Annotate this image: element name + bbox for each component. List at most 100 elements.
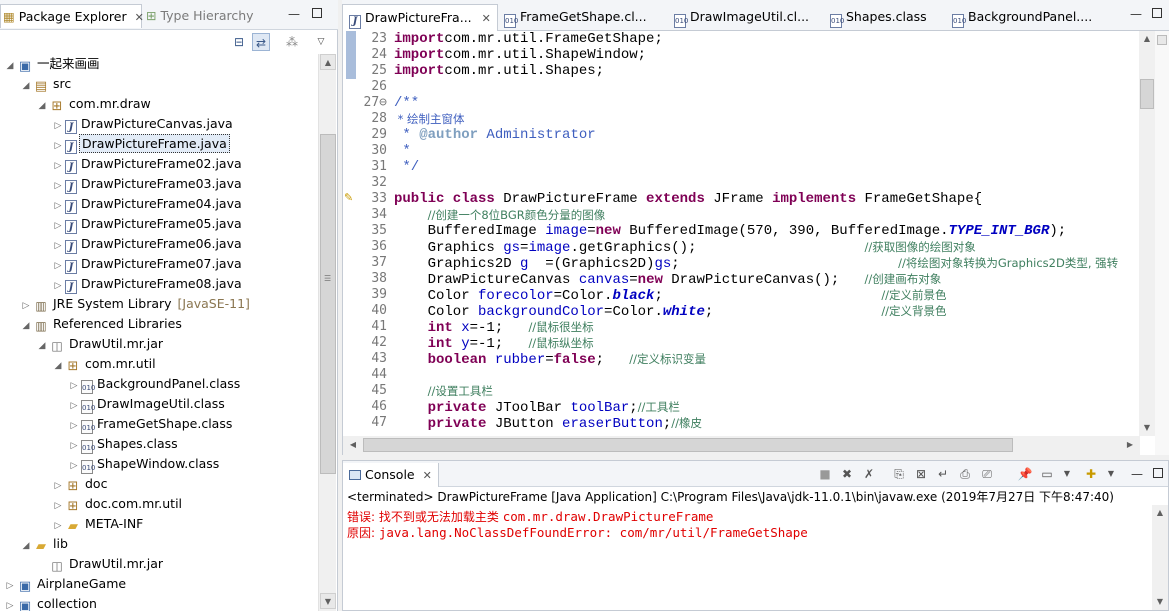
editor-tab-backgroundpanel[interactable]: 010 BackgroundPanel.... <box>946 4 1121 31</box>
code-line[interactable]: * 绘制主窗体 <box>394 111 465 127</box>
tree-item[interactable]: ◢ ⊞ com.mr.util <box>52 354 158 374</box>
tab-type-hierarchy[interactable]: ⊞ Type Hierarchy <box>146 4 254 28</box>
collapse-all-icon[interactable]: ⊟ <box>230 33 248 51</box>
expand-arrow-icon[interactable]: ▷ <box>52 236 64 256</box>
code-line[interactable]: BufferedImage image=new BufferedImage(57… <box>394 223 1067 239</box>
scroll-thumb[interactable] <box>363 438 1013 452</box>
expand-arrow-icon[interactable]: ▷ <box>68 436 80 456</box>
editor-tab-framegetshape[interactable]: 010 FrameGetShape.cl... <box>498 4 668 31</box>
scroll-thumb[interactable] <box>320 134 336 474</box>
code-line[interactable]: Graphics gs=image.getGraphics(); //获取图像的… <box>394 239 976 256</box>
collapse-arrow-icon[interactable]: ◢ <box>36 336 48 356</box>
tree-item[interactable]: ▷ ▣ collection <box>4 594 99 611</box>
console-scrollbar[interactable]: ▲ ▼ <box>1152 505 1168 610</box>
console-output[interactable]: 错误: 找不到或无法加载主类 com.mr.draw.DrawPictureFr… <box>347 509 1147 541</box>
scroll-down-icon[interactable]: ▼ <box>1139 420 1155 436</box>
terminate-icon[interactable]: ■ <box>817 466 833 482</box>
tab-console[interactable]: Console ✕ <box>343 463 439 487</box>
view-menu-icon[interactable]: ▽ <box>312 33 330 51</box>
tree-item[interactable]: ▷ J DrawPictureCanvas.java <box>52 114 235 134</box>
show-on-error-icon[interactable]: ⎚ <box>979 466 995 482</box>
expand-arrow-icon[interactable]: ▷ <box>52 256 64 276</box>
collapse-arrow-icon[interactable]: ◢ <box>4 56 16 76</box>
display-selected-console-icon[interactable]: ▭ <box>1039 466 1055 482</box>
code-line[interactable]: importcom.mr.util.Shapes; <box>394 63 604 79</box>
collapse-arrow-icon[interactable]: ◢ <box>20 536 32 556</box>
expand-arrow-icon[interactable]: ▷ <box>52 516 64 536</box>
word-wrap-icon[interactable]: ↵ <box>935 466 951 482</box>
code-line[interactable]: int y=-1; //鼠标纵坐标 <box>394 335 594 352</box>
chevron-down-icon[interactable]: ▼ <box>1103 466 1119 482</box>
minimize-icon[interactable]: — <box>288 8 300 20</box>
tree-item[interactable]: ▷ J DrawPictureFrame05.java <box>52 214 244 234</box>
tree-item[interactable]: ▷ ⊞ doc.com.mr.util <box>52 494 184 514</box>
minimize-icon[interactable]: — <box>1131 468 1143 480</box>
collapse-arrow-icon[interactable]: ◢ <box>20 76 32 96</box>
scroll-up-icon[interactable]: ▲ <box>1152 505 1168 521</box>
tab-package-explorer[interactable]: ▦ Package Explorer ✕ <box>0 4 144 28</box>
expand-arrow-icon[interactable]: ▷ <box>52 216 64 236</box>
collapse-arrow-icon[interactable]: ◢ <box>36 96 48 116</box>
code-line[interactable]: * <box>394 143 410 159</box>
tree-item[interactable]: ◢ ▰ lib <box>20 534 70 554</box>
scroll-right-icon[interactable]: ▶ <box>1122 437 1138 453</box>
remove-all-terminated-icon[interactable]: ✗ <box>861 466 877 482</box>
code-line[interactable]: //创建一个8位BGR颜色分量的图像 <box>394 207 606 223</box>
editor-tab-shapes[interactable]: 010 Shapes.class <box>824 4 950 31</box>
expand-arrow-icon[interactable]: ▷ <box>52 136 64 156</box>
code-line[interactable]: */ <box>394 159 419 175</box>
code-line[interactable]: importcom.mr.util.FrameGetShape; <box>394 31 663 47</box>
code-line[interactable]: Color forecolor=Color.black; //定义前景色 <box>394 287 947 304</box>
tree-item[interactable]: ◢ ◫ DrawUtil.mr.jar <box>36 334 165 354</box>
scroll-down-icon[interactable]: ▼ <box>320 593 336 609</box>
editor-horizontal-scrollbar[interactable]: ◀ ▶ <box>343 436 1140 455</box>
expand-arrow-icon[interactable]: ▷ <box>68 416 80 436</box>
tree-item[interactable]: ◢ ⊞ com.mr.draw <box>36 94 153 114</box>
code-line[interactable]: private JButton eraserButton;//橡皮 <box>394 415 702 432</box>
tree-item[interactable]: ▷ ▰ META-INF <box>52 514 145 534</box>
expand-arrow-icon[interactable]: ▷ <box>52 476 64 496</box>
code-line[interactable]: boolean rubber=false; //定义标识变量 <box>394 351 706 368</box>
scroll-up-icon[interactable]: ▲ <box>320 54 336 70</box>
expand-arrow-icon[interactable]: ▷ <box>20 296 32 316</box>
tree-item[interactable]: ▷ ▥ JRE System Library [JavaSE-11] <box>20 294 250 314</box>
maximize-icon[interactable] <box>1153 468 1163 478</box>
editor-tab-drawpictureframe[interactable]: J DrawPictureFra... ✕ <box>342 4 498 31</box>
warning-lightbulb-icon[interactable]: ✎ <box>344 191 353 204</box>
tree-item[interactable]: ◢ ▥ Referenced Libraries <box>20 314 184 334</box>
expand-arrow-icon[interactable]: ▷ <box>68 376 80 396</box>
open-console-icon[interactable]: ✚ <box>1083 466 1099 482</box>
code-line[interactable]: * @author Administrator <box>394 127 595 143</box>
tree-scrollbar[interactable]: ▲ ☰ ▼ <box>318 54 336 611</box>
editor-vertical-scrollbar[interactable]: ▲ ▼ <box>1139 31 1155 436</box>
scroll-up-icon[interactable]: ▲ <box>1139 31 1155 47</box>
expand-arrow-icon[interactable]: ▷ <box>52 196 64 216</box>
tree-item[interactable]: ▷ 010 Shapes.class <box>68 434 180 454</box>
expand-arrow-icon[interactable]: ▷ <box>52 276 64 296</box>
tree-item[interactable]: ▷ 010 BackgroundPanel.class <box>68 374 242 394</box>
tree-item[interactable]: ▷ 010 FrameGetShape.class <box>68 414 234 434</box>
minimize-icon[interactable]: — <box>1130 8 1142 20</box>
link-with-editor-icon[interactable]: ⇄ <box>252 33 270 51</box>
collapse-arrow-icon[interactable]: ◢ <box>52 356 64 376</box>
scroll-left-icon[interactable]: ◀ <box>345 437 361 453</box>
code-line[interactable]: importcom.mr.util.ShapeWindow; <box>394 47 646 63</box>
expand-arrow-icon[interactable]: ▷ <box>4 596 16 611</box>
maximize-icon[interactable] <box>1152 8 1162 18</box>
code-line[interactable]: DrawPictureCanvas canvas=new DrawPicture… <box>394 271 942 288</box>
scroll-thumb[interactable] <box>1140 79 1154 109</box>
expand-arrow-icon[interactable]: ▷ <box>68 396 80 416</box>
editor-tab-drawimageutil[interactable]: 010 DrawImageUtil.cl... <box>668 4 828 31</box>
chevron-down-icon[interactable]: ▼ <box>1059 466 1075 482</box>
tree-item[interactable]: ▷ J DrawPictureFrame02.java <box>52 154 244 174</box>
code-line[interactable]: int x=-1; //鼠标很坐标 <box>394 319 594 336</box>
close-icon[interactable]: ✕ <box>482 12 491 25</box>
tree-item[interactable]: ▷ J DrawPictureFrame06.java <box>52 234 244 254</box>
scroll-down-icon[interactable]: ▼ <box>1152 594 1168 610</box>
close-icon[interactable]: ✕ <box>423 469 432 482</box>
close-icon[interactable]: ✕ <box>135 11 144 24</box>
tree-item[interactable]: ▷ J DrawPictureFrame04.java <box>52 194 244 214</box>
expand-arrow-icon[interactable]: ▷ <box>68 456 80 476</box>
maximize-icon[interactable] <box>312 8 322 18</box>
code-line[interactable]: Color backgroundColor=Color.white; //定义背… <box>394 303 947 320</box>
